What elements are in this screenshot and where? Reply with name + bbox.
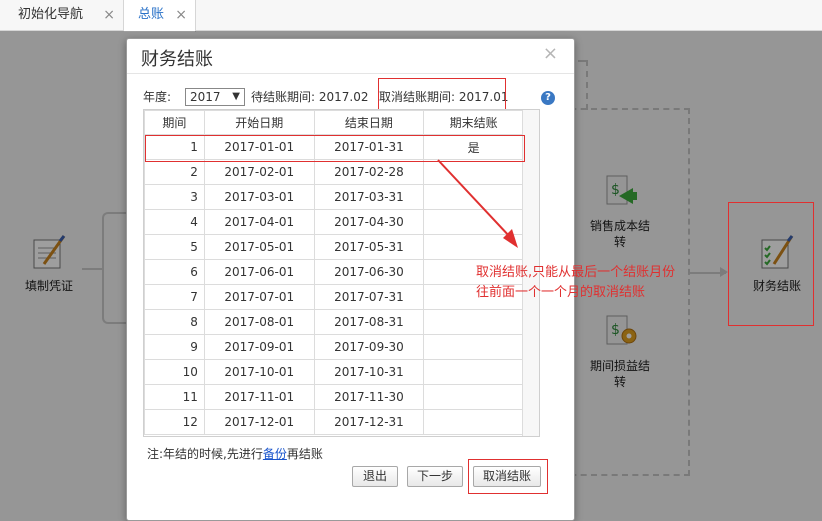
highlight-box bbox=[145, 135, 525, 162]
period-cell: 5 bbox=[144, 234, 205, 260]
closed-status-cell bbox=[423, 409, 524, 435]
start-date-cell: 2017-03-01 bbox=[203, 184, 315, 210]
start-date-cell: 2017-09-01 bbox=[203, 334, 315, 360]
start-date-cell: 2017-10-01 bbox=[203, 359, 315, 385]
end-date-cell: 2017-09-30 bbox=[313, 334, 425, 360]
next-step-button[interactable]: 下一步 bbox=[407, 466, 463, 487]
period-cell: 10 bbox=[144, 359, 205, 385]
end-date-cell: 2017-04-30 bbox=[313, 209, 425, 235]
closed-status-cell bbox=[423, 209, 524, 235]
backup-note: 注:年结的时候,先进行备份再结账 bbox=[147, 445, 323, 462]
pending-period-label: 待结账期间: 2017.02 bbox=[251, 90, 369, 104]
closed-status-cell bbox=[423, 309, 524, 335]
closed-status-cell bbox=[423, 384, 524, 410]
end-date-cell: 2017-10-31 bbox=[313, 359, 425, 385]
end-date-cell: 2017-03-31 bbox=[313, 184, 425, 210]
period-cell: 11 bbox=[144, 384, 205, 410]
table-row[interactable]: 11 2017-11-01 2017-11-30 bbox=[144, 384, 524, 410]
closed-status-cell bbox=[423, 159, 524, 185]
column-header: 开始日期 bbox=[203, 110, 315, 135]
start-date-cell: 2017-04-01 bbox=[203, 209, 315, 235]
period-cell: 2 bbox=[144, 159, 205, 185]
divider bbox=[127, 73, 574, 74]
tab-label: 初始化导航 bbox=[18, 7, 84, 22]
note-text: 注:年结的时候,先进行 bbox=[147, 447, 263, 461]
table-row[interactable]: 9 2017-09-01 2017-09-30 bbox=[144, 334, 524, 360]
column-header: 期间 bbox=[144, 110, 205, 135]
table-row[interactable]: 3 2017-03-01 2017-03-31 bbox=[144, 184, 524, 210]
end-date-cell: 2017-06-30 bbox=[313, 259, 425, 285]
table-row[interactable]: 4 2017-04-01 2017-04-30 bbox=[144, 209, 524, 235]
tab-bar: 初始化导航 × 总账 × bbox=[0, 0, 822, 32]
period-cell: 4 bbox=[144, 209, 205, 235]
period-cell: 3 bbox=[144, 184, 205, 210]
table-row[interactable]: 12 2017-12-01 2017-12-31 bbox=[144, 409, 524, 435]
closed-status-cell bbox=[423, 359, 524, 385]
highlight-box bbox=[728, 202, 814, 326]
exit-button[interactable]: 退出 bbox=[352, 466, 398, 487]
period-cell: 6 bbox=[144, 259, 205, 285]
end-date-cell: 2017-11-30 bbox=[313, 384, 425, 410]
tab-label: 总账 bbox=[138, 7, 165, 22]
end-date-cell: 2017-02-28 bbox=[313, 159, 425, 185]
start-date-cell: 2017-07-01 bbox=[203, 284, 315, 310]
column-header: 期末结账 bbox=[423, 110, 524, 135]
table-row[interactable]: 10 2017-10-01 2017-10-31 bbox=[144, 359, 524, 385]
period-cell: 7 bbox=[144, 284, 205, 310]
table-row[interactable]: 7 2017-07-01 2017-07-31 bbox=[144, 284, 524, 310]
annotation-line: 往前面一个一个月的取消结账 bbox=[476, 285, 646, 300]
year-label: 年度: bbox=[143, 90, 172, 104]
period-cell: 9 bbox=[144, 334, 205, 360]
start-date-cell: 2017-12-01 bbox=[203, 409, 315, 435]
closed-status-cell bbox=[423, 234, 524, 260]
closed-status-cell bbox=[423, 334, 524, 360]
annotation-text: 取消结账,只能从最后一个结账月份 往前面一个一个月的取消结账 bbox=[476, 263, 675, 303]
end-date-cell: 2017-08-31 bbox=[313, 309, 425, 335]
end-date-cell: 2017-12-31 bbox=[313, 409, 425, 435]
table-header-row: 期间 开始日期 结束日期 期末结账 bbox=[144, 110, 524, 135]
highlight-box bbox=[468, 459, 548, 494]
table-row[interactable]: 8 2017-08-01 2017-08-31 bbox=[144, 309, 524, 335]
close-icon[interactable]: × bbox=[543, 43, 558, 64]
highlight-box bbox=[378, 78, 506, 110]
start-date-cell: 2017-11-01 bbox=[203, 384, 315, 410]
column-header: 结束日期 bbox=[313, 110, 425, 135]
close-icon[interactable]: × bbox=[175, 0, 187, 30]
year-select[interactable]: 2017 ▼ bbox=[185, 88, 245, 106]
table-row[interactable]: 6 2017-06-01 2017-06-30 bbox=[144, 259, 524, 285]
start-date-cell: 2017-06-01 bbox=[203, 259, 315, 285]
start-date-cell: 2017-08-01 bbox=[203, 309, 315, 335]
start-date-cell: 2017-02-01 bbox=[203, 159, 315, 185]
backup-link[interactable]: 备份 bbox=[263, 447, 287, 461]
start-date-cell: 2017-05-01 bbox=[203, 234, 315, 260]
tab-init-nav[interactable]: 初始化导航 × bbox=[0, 0, 124, 31]
end-date-cell: 2017-07-31 bbox=[313, 284, 425, 310]
year-value: 2017 bbox=[190, 90, 221, 104]
dialog-title: 财务结账 bbox=[141, 49, 213, 70]
chevron-down-icon: ▼ bbox=[232, 91, 240, 102]
close-icon[interactable]: × bbox=[103, 0, 115, 30]
tab-general-ledger[interactable]: 总账 × bbox=[124, 0, 196, 32]
end-date-cell: 2017-05-31 bbox=[313, 234, 425, 260]
annotation-line: 取消结账,只能从最后一个结账月份 bbox=[476, 265, 676, 280]
help-icon[interactable]: ? bbox=[541, 91, 555, 105]
period-cell: 8 bbox=[144, 309, 205, 335]
table-row[interactable]: 5 2017-05-01 2017-05-31 bbox=[144, 234, 524, 260]
table-row[interactable]: 2 2017-02-01 2017-02-28 bbox=[144, 159, 524, 185]
closed-status-cell bbox=[423, 184, 524, 210]
period-cell: 12 bbox=[144, 409, 205, 435]
note-text: 再结账 bbox=[286, 447, 323, 461]
